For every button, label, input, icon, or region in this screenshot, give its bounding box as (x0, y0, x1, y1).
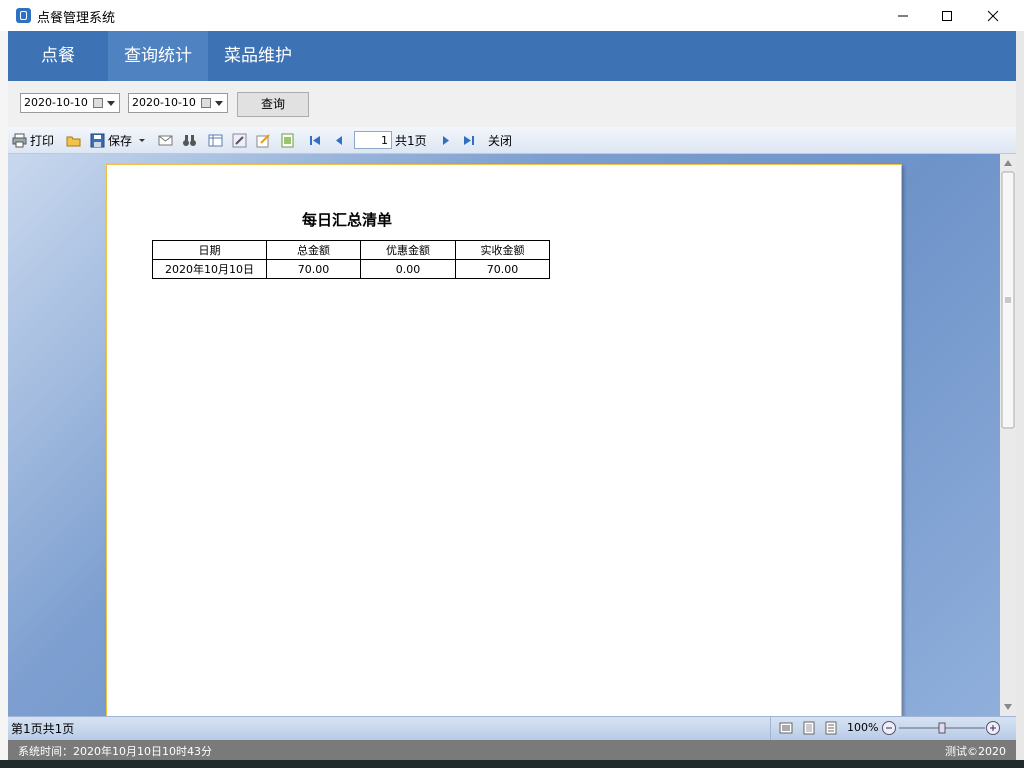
calendar-icon (201, 98, 211, 108)
first-page-button[interactable] (308, 131, 323, 149)
table-row: 2020年10月10日 70.00 0.00 70.00 (152, 259, 550, 279)
close-report-button[interactable]: 关闭 (488, 131, 512, 149)
end-date-picker[interactable]: 2020-10-10 (128, 93, 228, 113)
dropdown-arrow-icon (139, 139, 146, 142)
table-cell: 0.00 (360, 259, 456, 279)
print-button[interactable]: 打印 (12, 131, 54, 149)
outline-button[interactable] (280, 131, 295, 149)
title-bar: 点餐管理系统 (0, 0, 1024, 31)
print-label: 打印 (30, 133, 55, 148)
scrollbar-graphic (1001, 160, 1015, 710)
table-header-cell: 实收金额 (455, 240, 550, 260)
floppy-disk-icon (90, 133, 105, 147)
page-setup-button[interactable] (208, 131, 223, 149)
table-cell: 70.00 (455, 259, 550, 279)
taskbar-strip (0, 760, 1024, 768)
binoculars-icon (183, 134, 196, 146)
last-page-button[interactable] (461, 131, 476, 149)
report-table: 日期 总金额 优惠金额 实收金额 2020年10月10日 70.00 0.00 … (152, 240, 550, 279)
multi-page-icon[interactable] (824, 721, 838, 735)
table-cell: 70.00 (266, 259, 361, 279)
start-date-value: 2020-10-10 (24, 96, 88, 109)
save-button[interactable]: 保存 (90, 131, 146, 149)
zoom-controls: 100% (770, 717, 1017, 740)
zoom-level: 100% (847, 721, 879, 734)
maximize-icon (942, 10, 952, 21)
design-button[interactable] (232, 131, 247, 149)
table-header-cell: 日期 (152, 240, 267, 260)
table-header-cell: 总金额 (266, 240, 361, 260)
minimize-icon (898, 15, 908, 16)
close-icon (987, 10, 999, 21)
copyright-text: 测试©2020 (945, 745, 1006, 758)
page-total-label: 共1页 (395, 133, 427, 148)
calendar-icon (93, 98, 103, 108)
edit-icon (256, 133, 270, 147)
outline-icon (281, 133, 294, 147)
email-button[interactable] (158, 131, 173, 149)
page-info: 第1页共1页 (11, 722, 75, 736)
prev-page-button[interactable] (332, 131, 347, 149)
printer-icon (12, 133, 27, 147)
scroll-down-icon[interactable] (1004, 704, 1012, 710)
report-title: 每日汇总清单 (302, 211, 393, 229)
zoom-slider[interactable] (881, 720, 1007, 738)
table-cell: 2020年10月10日 (152, 259, 267, 279)
window-right-edge (1016, 31, 1024, 760)
wrench-icon (232, 133, 247, 147)
menu-item-order[interactable]: 点餐 (8, 31, 108, 81)
main-menu-bar: 点餐 查询统计 菜品维护 (8, 31, 1016, 81)
prev-page-icon (336, 135, 342, 145)
zoom-thumb (938, 722, 946, 734)
next-page-icon (443, 135, 449, 145)
query-button[interactable]: 查询 (237, 92, 309, 117)
find-button[interactable] (182, 131, 197, 149)
viewer-status-bar: 第1页共1页 100% (8, 716, 1016, 740)
report-viewer: 每日汇总清单 日期 总金额 优惠金额 实收金额 2020年10月10日 70.0… (8, 154, 1000, 716)
menu-item-query-stats[interactable]: 查询统计 (108, 31, 208, 81)
maximize-button[interactable] (924, 0, 970, 31)
whole-page-icon[interactable] (802, 721, 816, 735)
end-date-value: 2020-10-10 (132, 96, 196, 109)
page-number-input[interactable] (354, 131, 392, 149)
next-page-button[interactable] (438, 131, 453, 149)
layout-icon (208, 134, 223, 146)
page-number-input-wrap: 共1页 (354, 130, 427, 150)
window-title: 点餐管理系统 (37, 11, 116, 26)
last-page-icon (464, 135, 474, 145)
first-page-icon (310, 135, 320, 145)
table-header-cell: 优惠金额 (360, 240, 456, 260)
folder-open-icon (66, 136, 81, 146)
table-header-row: 日期 总金额 优惠金额 实收金额 (152, 240, 550, 260)
report-page: 每日汇总清单 日期 总金额 优惠金额 实收金额 2020年10月10日 70.0… (106, 164, 902, 716)
envelope-icon (158, 135, 173, 145)
edit-button[interactable] (256, 131, 271, 149)
open-button[interactable] (66, 131, 81, 149)
save-label: 保存 (108, 133, 133, 148)
vertical-scrollbar[interactable] (1000, 154, 1016, 716)
close-button[interactable] (970, 0, 1016, 31)
report-toolbar: 打印 保存 共1页 关闭 (8, 127, 1016, 154)
query-bar: 2020-10-10 2020-10-10 查询 (8, 81, 1016, 127)
app-status-bar: 系统时间：2020年10月10日10时43分 测试©2020 (8, 740, 1016, 760)
menu-item-dish-maintenance[interactable]: 菜品维护 (208, 31, 308, 81)
dropdown-arrow-icon (107, 101, 115, 106)
window-left-edge (0, 31, 8, 760)
page-width-icon[interactable] (779, 721, 793, 735)
dropdown-arrow-icon (215, 101, 223, 106)
app-icon (16, 8, 31, 23)
system-time: 系统时间：2020年10月10日10时43分 (18, 745, 212, 758)
minimize-button[interactable] (880, 0, 926, 31)
scroll-up-icon[interactable] (1004, 160, 1012, 166)
start-date-picker[interactable]: 2020-10-10 (20, 93, 120, 113)
